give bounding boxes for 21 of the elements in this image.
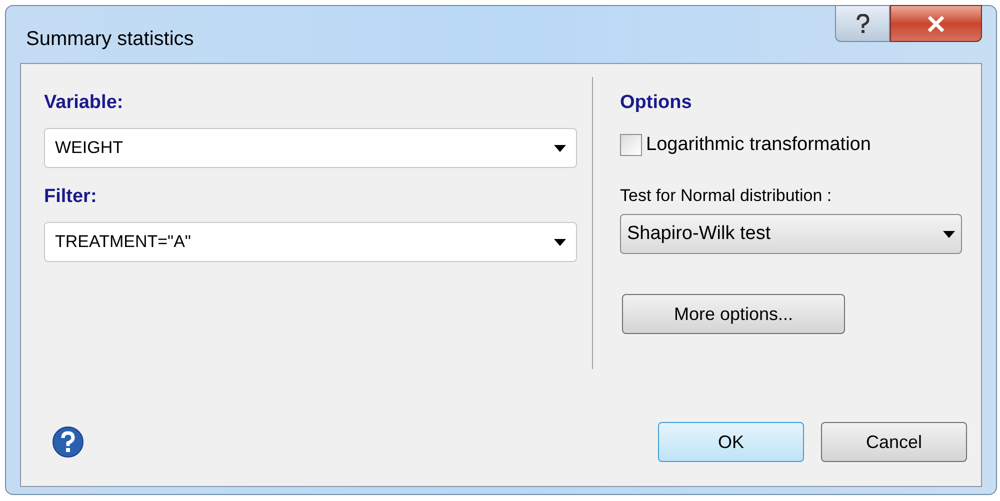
field-label: Filter: bbox=[44, 185, 98, 209]
dropdown-arrow-icon bbox=[554, 238, 566, 246]
more-options-button[interactable]: More options... bbox=[622, 294, 845, 334]
help-title-button[interactable] bbox=[835, 5, 890, 42]
dropdown-field[interactable]: Shapiro-Wilk test bbox=[620, 214, 962, 254]
dropdown-field[interactable]: WEIGHT bbox=[44, 128, 577, 168]
dropdown-field[interactable]: TREATMENT="A" bbox=[44, 222, 577, 262]
checkbox[interactable] bbox=[620, 134, 642, 156]
dialog-button[interactable]: Cancel bbox=[821, 422, 967, 462]
close-icon bbox=[927, 16, 945, 32]
window-title: Summary statistics bbox=[26, 27, 194, 52]
help-icon bbox=[856, 14, 870, 34]
field-label: Test for Normal distribution : bbox=[620, 184, 833, 206]
dialog-button[interactable]: OK bbox=[658, 422, 804, 462]
help-icon[interactable] bbox=[52, 426, 84, 458]
checkbox-label: Logarithmic transformation bbox=[646, 133, 871, 157]
section-heading: Options bbox=[620, 91, 693, 115]
dropdown-arrow-icon bbox=[943, 230, 955, 238]
dropdown-arrow-icon bbox=[554, 144, 566, 152]
field-label: Variable: bbox=[44, 91, 124, 115]
close-button[interactable] bbox=[890, 5, 982, 42]
